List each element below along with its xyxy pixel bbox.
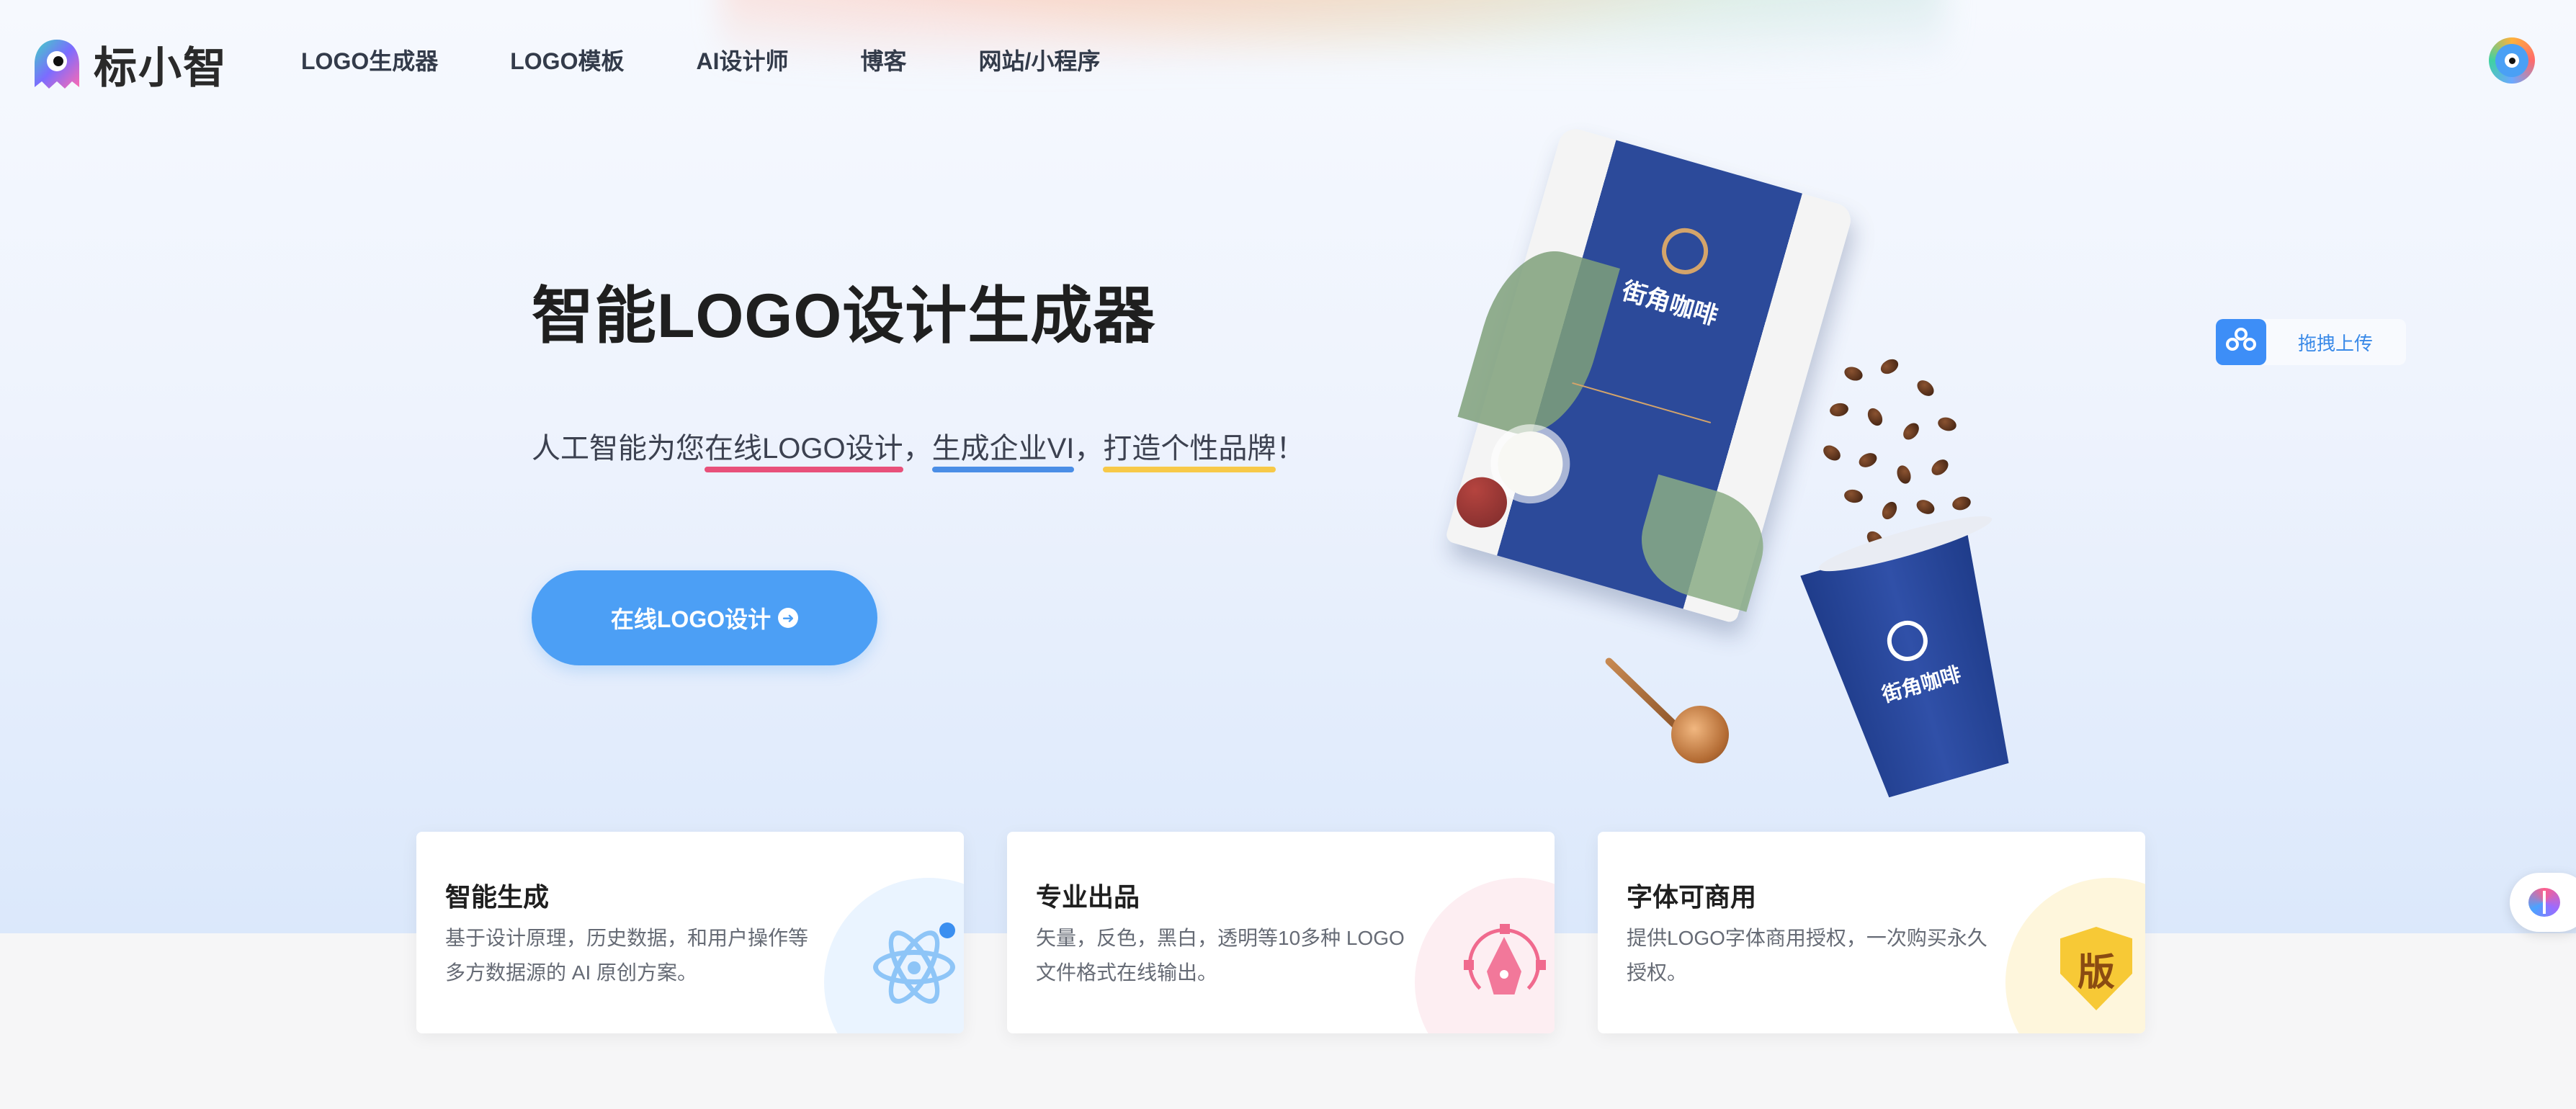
avatar-face (2495, 44, 2528, 77)
nav-item-logo-templates[interactable]: LOGO模板 (510, 43, 624, 79)
main-nav: LOGO生成器 LOGO模板 AI设计师 博客 网站/小程序 (301, 43, 1172, 79)
leaf-decoration (1457, 236, 1620, 449)
shield-icon: 版 (2049, 921, 2142, 1015)
coffee-bean (1828, 401, 1850, 418)
avatar-eye-icon (2505, 53, 2519, 68)
subtitle-suffix: ！ (1276, 433, 1305, 464)
upload-cloud-icon (2216, 319, 2266, 365)
bag-divider (1572, 382, 1712, 423)
feature-description: 提供LOGO字体商用授权，一次购买永久授权。 (1627, 927, 1987, 984)
upload-label: 拖拽上传 (2298, 332, 2374, 354)
coffee-bag-image: 街角咖啡 (1444, 125, 1855, 624)
cta-label: 在线LOGO设计 (610, 606, 772, 632)
icon-ring (2226, 338, 2239, 351)
mascot-logo-icon (27, 35, 86, 94)
hero-title: 智能LOGO设计生成器 (532, 282, 1156, 351)
brain-icon (2528, 888, 2560, 917)
highlight-online-logo-design: 在线LOGO设计 (705, 425, 903, 472)
feature-card-professional-output: 专业出品 矢量，反色，黑白，透明等10多种 LOGO 文件格式在线输出。 (1007, 832, 1555, 1033)
subtitle-separator: ， (1074, 433, 1104, 464)
cup-brand-label: 街角咖啡 (1879, 663, 1964, 706)
arrow-right-circle-icon: ➜ (778, 608, 799, 628)
icon-ring (2243, 338, 2256, 351)
leaf-decoration (1628, 474, 1776, 612)
site-header: 标小智 LOGO生成器 LOGO模板 AI设计师 博客 网站/小程序 (0, 0, 2576, 127)
coffee-bean (1820, 442, 1843, 464)
pen-tool-icon (1458, 921, 1552, 1015)
brand-name: 标小智 (94, 44, 228, 92)
coffee-bean (1856, 450, 1879, 470)
coffee-bean (1914, 377, 1937, 400)
coffee-swirl-logo-icon (1882, 616, 1932, 665)
nav-item-website-miniprogram[interactable]: 网站/小程序 (979, 43, 1101, 79)
coffee-bean (1914, 497, 1937, 517)
atom-nucleus (908, 961, 921, 974)
coffee-bean (1951, 494, 1972, 513)
coffee-swirl-logo-icon (1656, 223, 1714, 280)
hero-background (0, 0, 2576, 933)
subtitle-prefix: 人工智能为您 (532, 433, 705, 464)
atom-icon (867, 921, 961, 1015)
drag-upload-button[interactable]: 拖拽上传 (2216, 319, 2406, 365)
ai-assistant-button[interactable] (2510, 873, 2576, 932)
pen-node (1536, 960, 1546, 970)
pen-node (1464, 960, 1474, 970)
copyright-shield: 版 (2060, 927, 2132, 1010)
feature-card-smart-generation: 智能生成 基于设计原理，历史数据，和用户操作等多方数据源的 AI 原创方案。 (416, 832, 964, 1033)
nav-item-ai-designer[interactable]: AI设计师 (696, 43, 788, 79)
feature-title: 字体可商用 (1627, 882, 1757, 912)
highlight-generate-vi: 生成企业VI (931, 425, 1074, 472)
brand-logo[interactable]: 标小智 (27, 33, 228, 96)
coffee-bean (1928, 456, 1951, 479)
feature-card-commercial-fonts: 字体可商用 提供LOGO字体商用授权，一次购买永久授权。 版 (1598, 832, 2145, 1033)
bag-brand-label: 街角咖啡 (1619, 277, 1721, 331)
coffee-bean (1895, 463, 1913, 486)
online-logo-design-button[interactable]: 在线LOGO设计 ➜ (532, 570, 877, 665)
atom-electron (939, 922, 955, 938)
hero-subtitle: 人工智能为您在线LOGO设计，生成企业VI，打造个性品牌！ (532, 425, 1305, 472)
coffee-mockup-illustration: 街角咖啡 街角咖啡 (1412, 125, 2060, 828)
coffee-bean (1879, 499, 1900, 522)
user-avatar[interactable] (2489, 37, 2535, 84)
coffee-bean (1878, 356, 1901, 377)
coffee-bean (1864, 405, 1886, 428)
nav-item-logo-generator[interactable]: LOGO生成器 (301, 43, 438, 79)
pen-dot (1500, 970, 1508, 979)
subtitle-separator: ， (903, 433, 932, 464)
coffee-bean (1843, 488, 1864, 505)
coffee-bean (1842, 364, 1865, 383)
highlight-build-brand: 打造个性品牌 (1103, 425, 1276, 472)
coffee-scoop-bowl (1671, 706, 1729, 763)
coffee-bean (1900, 420, 1923, 443)
feature-title: 智能生成 (445, 882, 550, 912)
pen-node (1500, 924, 1510, 934)
coffee-bean (1936, 415, 1958, 434)
feature-description: 矢量，反色，黑白，透明等10多种 LOGO 文件格式在线输出。 (1036, 927, 1405, 984)
feature-description: 基于设计原理，历史数据，和用户操作等多方数据源的 AI 原创方案。 (445, 927, 809, 984)
feature-title: 专业出品 (1036, 882, 1140, 912)
nav-item-blog[interactable]: 博客 (860, 43, 906, 79)
